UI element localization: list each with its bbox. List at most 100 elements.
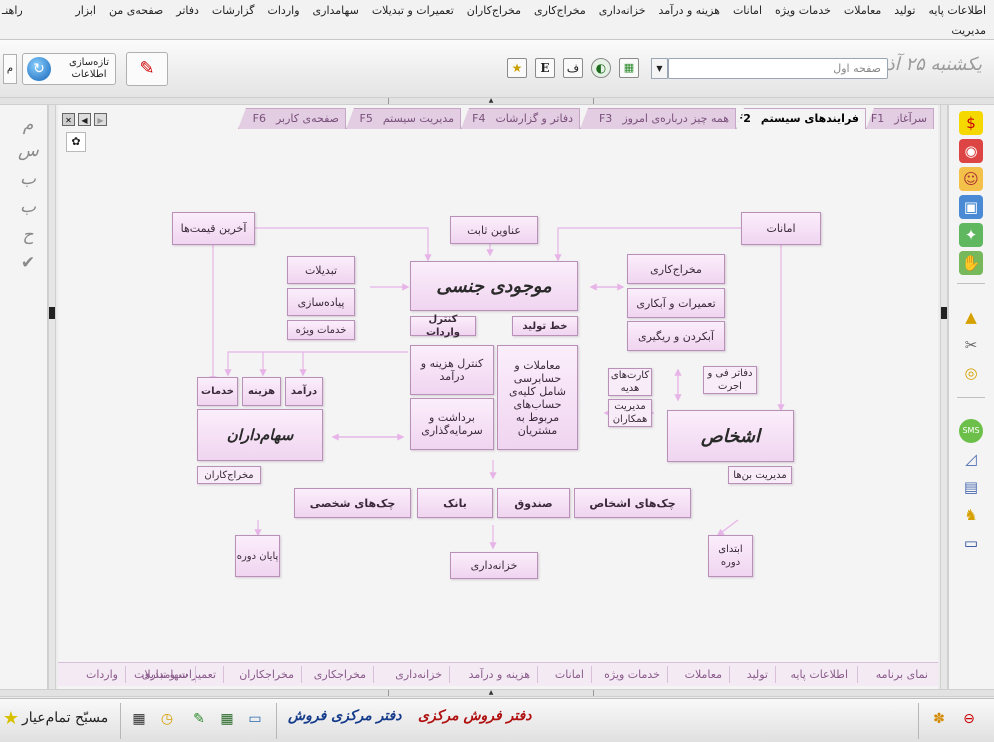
node-period-start[interactable]: ابتدای دوره bbox=[708, 535, 753, 577]
left-item-3[interactable]: ب bbox=[18, 169, 38, 189]
node-persons-checks[interactable]: چک‌های اشخاص bbox=[574, 488, 691, 518]
star-icon[interactable]: ★ bbox=[0, 708, 22, 730]
chevron-down-icon[interactable]: ▼ bbox=[651, 58, 668, 79]
save-icon[interactable]: ▭ bbox=[959, 531, 983, 555]
bottom-tab-shareholding[interactable]: سهامداری bbox=[142, 668, 188, 681]
node-period-end[interactable]: پایان دوره bbox=[235, 535, 280, 577]
node-income[interactable]: درآمد bbox=[285, 377, 323, 406]
left-item-2[interactable]: س bbox=[18, 141, 39, 161]
close-icon[interactable]: ✕ bbox=[62, 113, 75, 126]
tab-start[interactable]: سرآغازF1 bbox=[866, 108, 934, 129]
right-splitter[interactable] bbox=[940, 105, 948, 690]
node-production-line[interactable]: خط تولید bbox=[512, 316, 578, 336]
printer-icon[interactable]: ▤ bbox=[959, 475, 983, 499]
menu-item-special-services[interactable]: خدمات ویژه bbox=[775, 4, 831, 17]
node-partner-management[interactable]: مدیریت همکاران bbox=[608, 399, 652, 427]
bottom-tab-special-services[interactable]: خدمات ویژه bbox=[604, 668, 660, 681]
left-splitter[interactable] bbox=[48, 105, 56, 690]
node-melting-casting[interactable]: آبکردن و ریگیری bbox=[627, 321, 725, 351]
bottom-tab-treasury[interactable]: خزانه‌داری bbox=[395, 668, 442, 681]
tasks-button[interactable]: ✎ bbox=[126, 52, 168, 86]
safe-icon[interactable]: ◉ bbox=[959, 139, 983, 163]
node-shareholders[interactable]: سهام‌داران bbox=[197, 409, 323, 461]
monitor-icon[interactable]: ▭ bbox=[244, 708, 266, 730]
node-setters[interactable]: مخراج‌کاران bbox=[197, 466, 261, 484]
menu-item-setting-work[interactable]: مخراج‌کاری bbox=[534, 4, 586, 17]
node-wage-ledger[interactable]: دفاتر فی و اجرت bbox=[703, 366, 757, 394]
node-fixed-titles[interactable]: عناوین ثابت bbox=[450, 216, 538, 244]
chevron-right-icon[interactable]: ▶ bbox=[94, 113, 107, 126]
menu-item-imports[interactable]: واردات bbox=[268, 4, 300, 17]
tab-system-management[interactable]: مدیریت سیستمF5 bbox=[346, 108, 461, 129]
node-conversions[interactable]: تبدیلات bbox=[287, 256, 355, 284]
ring-icon[interactable]: ◎ bbox=[959, 361, 983, 385]
chevron-left-icon[interactable]: ◀ bbox=[78, 113, 91, 126]
node-setting-work[interactable]: مخراج‌کاری bbox=[627, 254, 725, 284]
menu-item-shareholding[interactable]: سهامداری bbox=[313, 4, 359, 17]
node-voucher-management[interactable]: مدیریت بن‌ها bbox=[728, 466, 792, 484]
exit-icon[interactable]: ⊖ bbox=[958, 708, 980, 730]
left-item-1[interactable]: م bbox=[18, 115, 38, 135]
node-expense[interactable]: هزینه bbox=[242, 377, 281, 406]
tab-today[interactable]: همه چیز درباره‌ی امروزF3 bbox=[580, 108, 736, 129]
gold-bars-icon[interactable]: ▲ bbox=[959, 305, 983, 329]
add-list-icon[interactable]: ▦ bbox=[216, 708, 238, 730]
tools-icon[interactable]: ✂ bbox=[959, 333, 983, 357]
node-transactions-audit[interactable]: معاملات و حسابرسی شامل کلیه‌ی حساب‌های م… bbox=[497, 345, 578, 450]
bottom-tab-expense-income[interactable]: هزینه و درآمد bbox=[469, 668, 530, 681]
bottom-tab-transactions[interactable]: معاملات bbox=[685, 668, 722, 681]
bottom-tab-setting-work[interactable]: مخراجکاری bbox=[314, 668, 366, 681]
menu-item-setters[interactable]: مخراج‌کاران bbox=[467, 4, 521, 17]
spreadsheet-icon[interactable]: ▦ bbox=[619, 58, 639, 78]
node-implementation[interactable]: پیاده‌سازی bbox=[287, 288, 355, 316]
menu-item-tools[interactable]: ابزار bbox=[75, 4, 96, 17]
tab-ledgers-reports[interactable]: دفاتر و گزارشاتF4 bbox=[461, 108, 580, 129]
menu-item-my-page[interactable]: صفحه‌ی من bbox=[109, 4, 163, 17]
menu-item-help[interactable]: راهنـ bbox=[2, 4, 23, 17]
node-treasury[interactable]: خزانه‌داری bbox=[450, 552, 538, 579]
menu-item-reports[interactable]: گزارشات bbox=[212, 4, 255, 17]
calculator-icon[interactable]: ▦ bbox=[128, 708, 150, 730]
menu-item-ledgers[interactable]: دفاتر bbox=[176, 4, 199, 17]
node-bank[interactable]: بانک bbox=[417, 488, 493, 518]
people-icon[interactable]: ☺ bbox=[959, 167, 983, 191]
menu-item-production[interactable]: تولید bbox=[894, 4, 915, 17]
m-button[interactable]: م bbox=[3, 54, 17, 84]
node-inventory[interactable]: موجودی جنسی bbox=[410, 261, 578, 311]
node-gift-cards[interactable]: کارت‌های هدیه bbox=[608, 368, 652, 396]
node-personal-checks[interactable]: چک‌های شخصی bbox=[294, 488, 411, 518]
menu-item-repairs[interactable]: تعمیرات و تبدیلات bbox=[372, 4, 454, 17]
tab-system-processes[interactable]: فرایندهای سیستمF2 bbox=[736, 108, 866, 129]
node-latest-prices[interactable]: آخرین قیمت‌ها bbox=[172, 212, 255, 245]
cash-hand-icon[interactable]: ✋ bbox=[959, 251, 983, 275]
chair-icon[interactable]: ♞ bbox=[959, 503, 983, 527]
bottom-tab-overview[interactable]: نمای برنامه bbox=[876, 668, 928, 681]
money-icon[interactable]: ✦ bbox=[959, 223, 983, 247]
boxes-icon[interactable]: ▣ bbox=[959, 195, 983, 219]
tab-user-page[interactable]: صفحه‌ی کاربرF6 bbox=[238, 108, 346, 129]
bottom-tab-setters[interactable]: مخراجکاران bbox=[239, 668, 294, 681]
node-persons[interactable]: اشخاص bbox=[667, 410, 794, 462]
bottom-tab-production[interactable]: تولید bbox=[747, 668, 768, 681]
checkmark-icon[interactable]: ✔ bbox=[18, 253, 38, 273]
menu-item-base-info[interactable]: اطلاعات پایه bbox=[928, 4, 986, 17]
chart-icon[interactable]: ◿ bbox=[959, 447, 983, 471]
menu-item-deposits[interactable]: امانات bbox=[733, 4, 762, 17]
bottom-tab-imports[interactable]: واردات bbox=[86, 668, 118, 681]
left-item-5[interactable]: ح bbox=[18, 225, 38, 245]
font-icon[interactable]: ف bbox=[563, 58, 583, 78]
favorite-star-icon[interactable]: ★ bbox=[507, 58, 527, 78]
flower-icon[interactable]: ✽ bbox=[928, 708, 950, 730]
node-special-services[interactable]: خدمات ویژه bbox=[287, 320, 355, 340]
bottom-splitter[interactable]: ▲ bbox=[0, 689, 994, 697]
node-services[interactable]: خدمات bbox=[197, 377, 238, 406]
globe-icon[interactable]: ◐ bbox=[591, 58, 611, 78]
refresh-data-button[interactable]: ↻ تازه‌سازی اطلاعات bbox=[22, 53, 116, 85]
top-splitter[interactable]: ▲ bbox=[0, 97, 994, 105]
bottom-tab-base-info[interactable]: اطلاعات پایه bbox=[790, 668, 848, 681]
node-withdrawal-investment[interactable]: برداشت و سرمایه‌گذاری bbox=[410, 398, 494, 450]
left-item-4[interactable]: ب bbox=[18, 197, 38, 217]
node-repair-plating[interactable]: تعمیرات و آبکاری bbox=[627, 288, 725, 318]
clock-icon[interactable]: ◷ bbox=[156, 708, 178, 730]
node-deposits[interactable]: امانات bbox=[741, 212, 821, 245]
